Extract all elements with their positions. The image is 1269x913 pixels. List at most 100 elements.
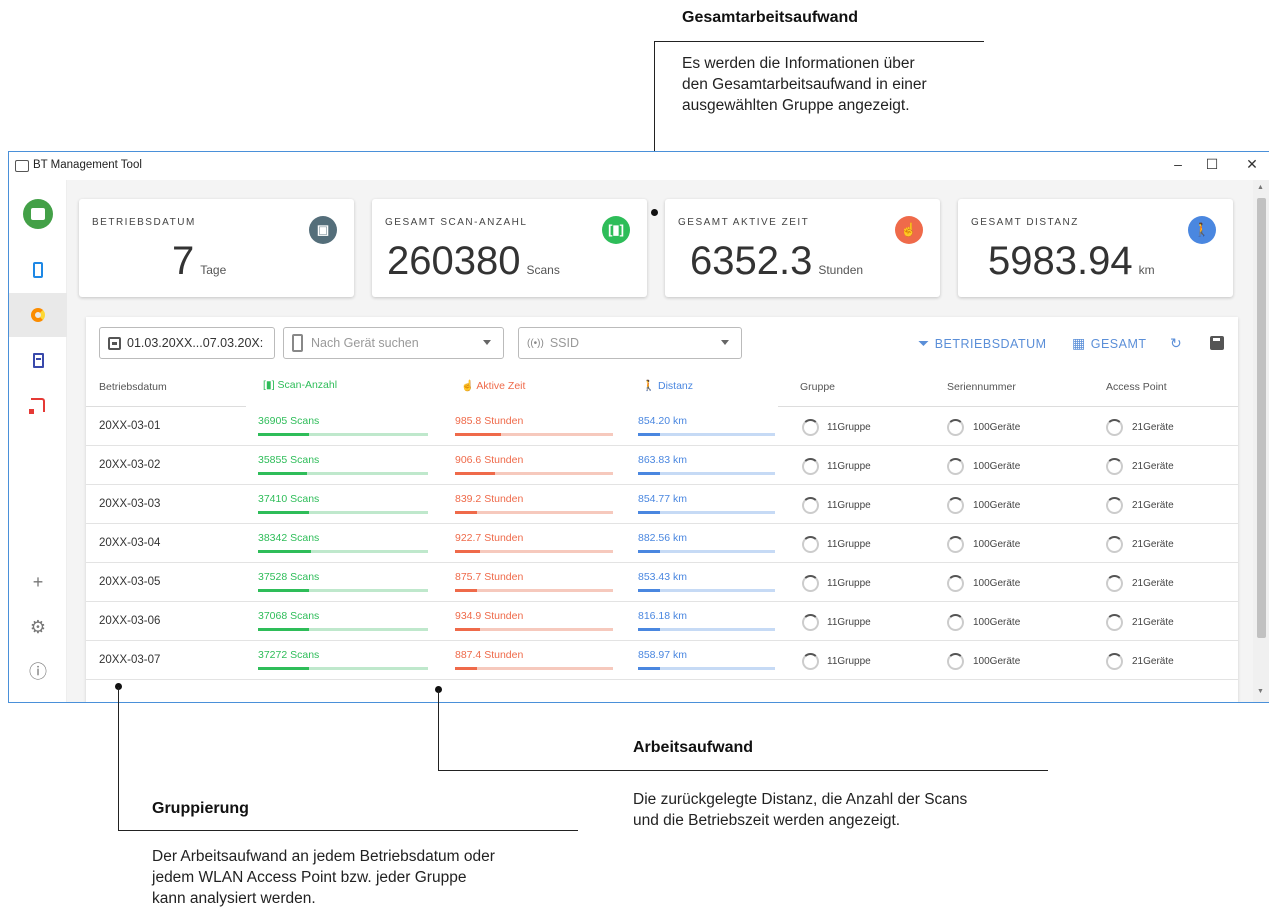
- ap-ring-icon: [1106, 575, 1123, 592]
- scrollbar-thumb[interactable]: [1257, 198, 1266, 638]
- cell-group[interactable]: 11Gruppe: [827, 422, 871, 433]
- distance-progress-bar: [638, 667, 775, 670]
- cell-serial[interactable]: 100Geräte: [973, 617, 1020, 628]
- cell-serial[interactable]: 100Geräte: [973, 461, 1020, 472]
- sidebar-logo[interactable]: [9, 192, 67, 236]
- sidebar-info[interactable]: ⓘ: [9, 649, 67, 693]
- header-date[interactable]: Betriebsdatum: [99, 381, 167, 393]
- annotation-work-title: Arbeitsaufwand: [633, 739, 754, 756]
- cell-access-point[interactable]: 21Geräte: [1132, 500, 1174, 511]
- table-row[interactable]: 20XX-03-05 37528 Scans 875.7 Stunden 853.43…: [86, 563, 1238, 602]
- group-ring-icon: [802, 419, 819, 436]
- cell-group[interactable]: 11Gruppe: [827, 500, 871, 511]
- header-distance[interactable]: 🚶 Distanz: [642, 379, 693, 392]
- header-scans[interactable]: [▮] Scan-Anzahl: [263, 379, 337, 391]
- header-access-point[interactable]: Access Point: [1106, 381, 1167, 393]
- cell-access-point[interactable]: 21Geräte: [1132, 578, 1174, 589]
- active-progress-fill: [455, 511, 478, 514]
- total-view-label: GESAMT: [1090, 336, 1147, 351]
- phone-icon: [33, 262, 43, 278]
- total-view-button[interactable]: ▦ GESAMT: [1072, 335, 1147, 352]
- minimize-button[interactable]: –: [1163, 156, 1193, 172]
- sidebar-item-devices[interactable]: [9, 248, 67, 292]
- active-progress-fill: [455, 628, 481, 631]
- scans-progress-fill: [258, 472, 308, 475]
- cell-group[interactable]: 11Gruppe: [827, 656, 871, 667]
- header-group[interactable]: Gruppe: [800, 381, 835, 393]
- kpi-unit: Stunden: [818, 263, 864, 277]
- kpi-number: 6352.3: [690, 239, 813, 283]
- cell-serial[interactable]: 100Geräte: [973, 656, 1020, 667]
- header-serial[interactable]: Seriennummer: [947, 381, 1016, 393]
- active-progress-bar: [455, 511, 613, 514]
- table-row[interactable]: 20XX-03-01 36905 Scans 985.8 Stunden 854.20…: [86, 407, 1238, 446]
- sidebar-add[interactable]: +: [9, 560, 67, 604]
- cell-group[interactable]: 11Gruppe: [827, 578, 871, 589]
- device-search-placeholder: Nach Gerät suchen: [311, 336, 419, 350]
- table-row[interactable]: 20XX-03-04 38342 Scans 922.7 Stunden 882.56…: [86, 524, 1238, 563]
- group-ring-icon: [802, 497, 819, 514]
- chevron-down-icon: [483, 340, 491, 345]
- annotation-total-line: Es werden die Informationen über: [682, 55, 915, 72]
- annotation-total-line: ausgewählten Gruppe angezeigt.: [682, 97, 910, 114]
- cell-date: 20XX-03-07: [99, 654, 161, 666]
- cell-group[interactable]: 11Gruppe: [827, 617, 871, 628]
- scans-progress-fill: [258, 589, 309, 592]
- walk-icon: 🚶: [1188, 216, 1216, 244]
- cell-serial[interactable]: 100Geräte: [973, 422, 1020, 433]
- sidebar-item-reports[interactable]: [9, 338, 67, 382]
- table-row[interactable]: 20XX-03-06 37068 Scans 934.9 Stunden 816.18…: [86, 602, 1238, 641]
- app-logo-icon: [23, 199, 53, 229]
- active-progress-fill: [455, 550, 481, 553]
- distance-progress-fill: [638, 472, 660, 475]
- cell-access-point[interactable]: 21Geräte: [1132, 617, 1174, 628]
- cell-access-point[interactable]: 21Geräte: [1132, 461, 1174, 472]
- ap-ring-icon: [1106, 614, 1123, 631]
- cell-group[interactable]: 11Gruppe: [827, 539, 871, 550]
- distance-progress-fill: [638, 511, 660, 514]
- scan-icon: [▮]: [602, 216, 630, 244]
- active-progress-bar: [455, 589, 613, 592]
- calendar-icon: ▣: [309, 216, 337, 244]
- save-icon[interactable]: [1210, 336, 1224, 350]
- vertical-scrollbar[interactable]: ▲ ▼: [1253, 180, 1269, 702]
- sidebar-item-access-points[interactable]: [9, 383, 67, 427]
- refresh-button[interactable]: ↻: [1170, 335, 1187, 352]
- filter-by-date-button[interactable]: ⏷ BETRIEBSDATUM: [918, 335, 1047, 352]
- kpi-number: 260380: [387, 239, 521, 283]
- cell-scans: 38342 Scans: [258, 532, 320, 544]
- table-row[interactable]: 20XX-03-02 35855 Scans 906.6 Stunden 863.83…: [86, 446, 1238, 485]
- table-row[interactable]: 20XX-03-03 37410 Scans 839.2 Stunden 854.77…: [86, 485, 1238, 524]
- table-row[interactable]: 20XX-03-07 37272 Scans 887.4 Stunden 858.97…: [86, 641, 1238, 680]
- sidebar-item-workload[interactable]: [9, 293, 67, 337]
- kpi-card-total-active-time: GESAMT AKTIVE ZEIT 6352.3 Stunden ☝: [665, 199, 940, 297]
- kpi-number: 7: [172, 239, 195, 283]
- cell-access-point[interactable]: 21Geräte: [1132, 656, 1174, 667]
- scroll-up-icon[interactable]: ▲: [1257, 184, 1264, 191]
- annotation-work-line: und die Betriebszeit werden angezeigt.: [633, 812, 901, 829]
- sidebar-settings[interactable]: ⚙: [9, 605, 67, 649]
- cell-serial[interactable]: 100Geräte: [973, 539, 1020, 550]
- cell-access-point[interactable]: 21Geräte: [1132, 422, 1174, 433]
- app-window: BT Management Tool – ☐ ✕ + ⚙ ⓘ BETRIEBSD…: [8, 151, 1269, 703]
- active-progress-bar: [455, 433, 613, 436]
- cell-serial[interactable]: 100Geräte: [973, 578, 1020, 589]
- scroll-down-icon[interactable]: ▼: [1257, 688, 1264, 695]
- distance-progress-fill: [638, 628, 660, 631]
- serial-ring-icon: [947, 653, 964, 670]
- walk-icon: 🚶: [642, 380, 658, 392]
- ssid-select[interactable]: ((•)) SSID: [518, 327, 742, 359]
- maximize-button[interactable]: ☐: [1197, 156, 1227, 173]
- header-active-time[interactable]: ☝ Aktive Zeit: [461, 379, 525, 392]
- annotation-group-line: Der Arbeitsaufwand an jedem Betriebsdatu…: [152, 848, 495, 865]
- cell-serial[interactable]: 100Geräte: [973, 500, 1020, 511]
- cell-group[interactable]: 11Gruppe: [827, 461, 871, 472]
- date-range-value: 01.03.20XX...07.03.20X:: [127, 336, 264, 350]
- device-search-select[interactable]: Nach Gerät suchen: [283, 327, 504, 359]
- annotation-group-title: Gruppierung: [152, 800, 249, 817]
- workload-table-panel: 01.03.20XX...07.03.20X: Nach Gerät suche…: [86, 317, 1238, 702]
- close-button[interactable]: ✕: [1237, 156, 1267, 173]
- cell-access-point[interactable]: 21Geräte: [1132, 539, 1174, 550]
- cell-scans: 37410 Scans: [258, 493, 320, 505]
- date-range-picker[interactable]: 01.03.20XX...07.03.20X:: [99, 327, 275, 359]
